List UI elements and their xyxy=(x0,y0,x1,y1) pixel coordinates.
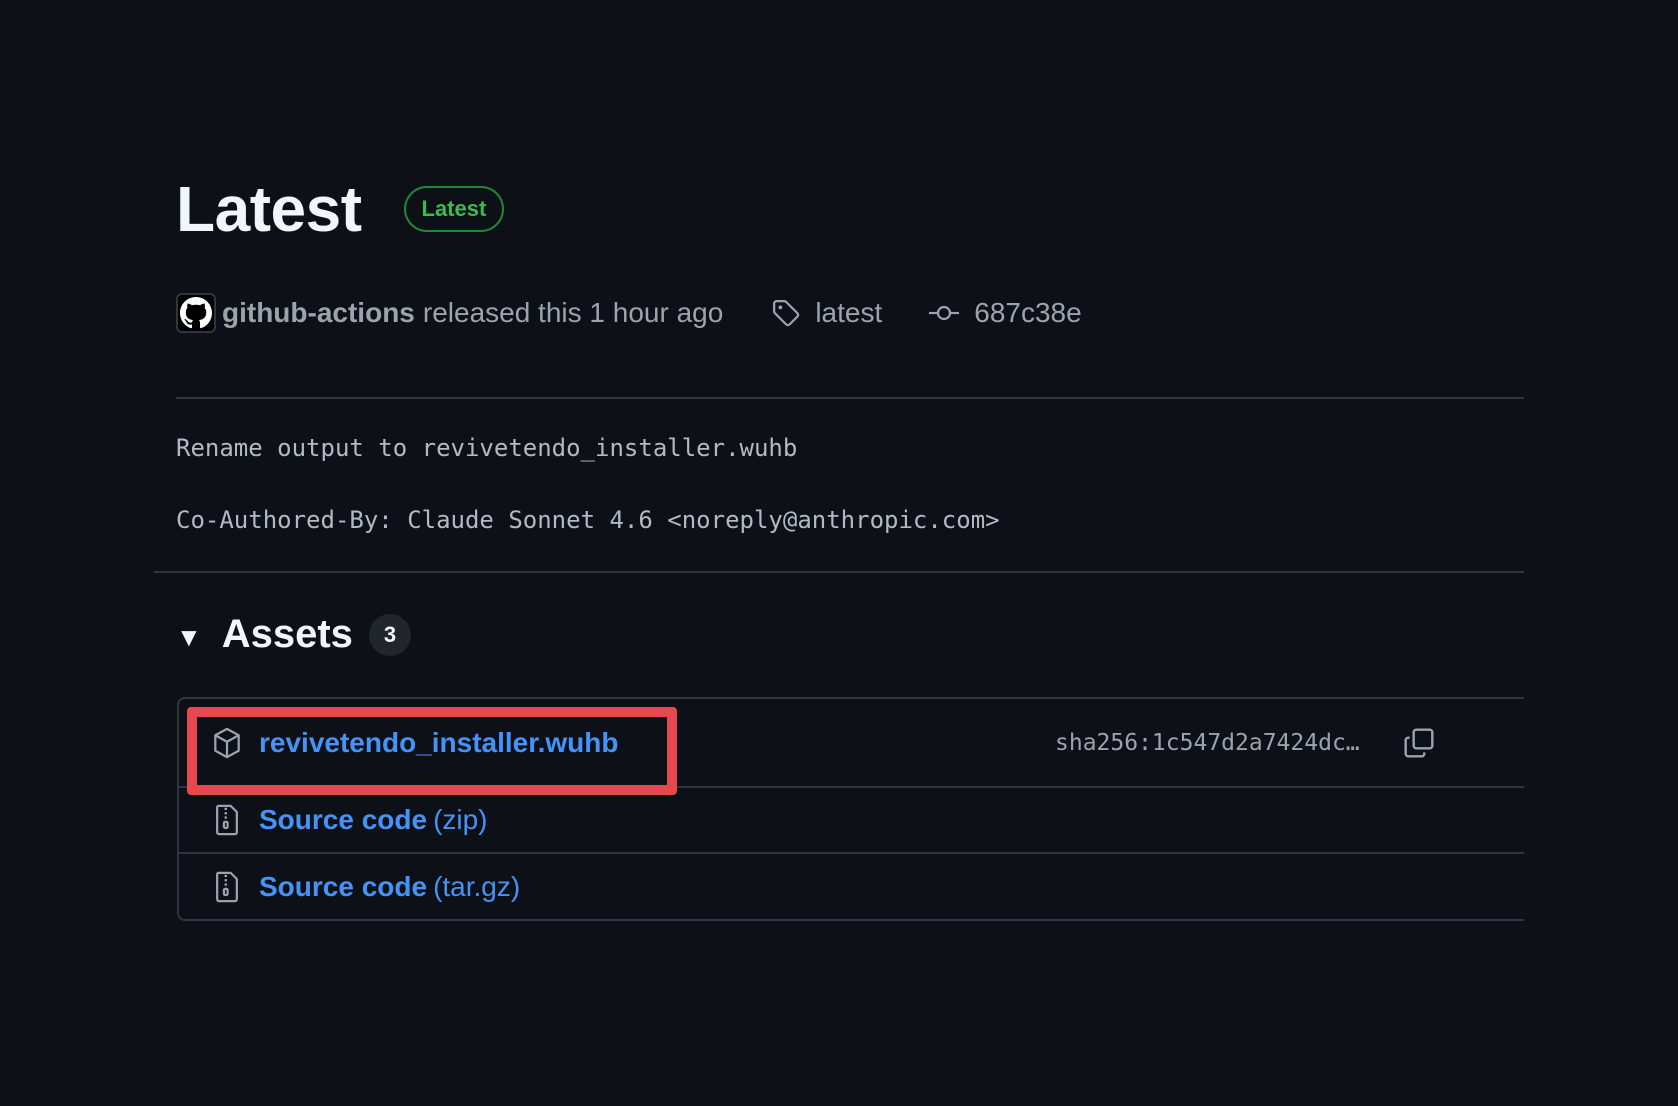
release-page: Latest Latest github-actions released th… xyxy=(0,0,1678,1106)
tag-link[interactable]: latest xyxy=(771,297,882,329)
github-octocat-icon xyxy=(180,297,212,329)
tag-name: latest xyxy=(815,297,883,328)
asset-row: revivetendo_installer.wuhb sha256:1c547d… xyxy=(179,699,1524,795)
source-code-zip-link[interactable]: Source code (zip) xyxy=(259,804,488,836)
author-link[interactable]: github-actions xyxy=(222,297,415,329)
commit-sha: 687c38e xyxy=(974,297,1082,328)
asset-row: Source code (zip) xyxy=(179,788,1524,854)
release-meta: github-actions released this 1 hour ago … xyxy=(176,290,1082,336)
released-text: released this 1 hour ago xyxy=(422,297,724,328)
tag-icon xyxy=(773,300,800,327)
asset-sha256: sha256:1c547d2a7424dc… xyxy=(1055,729,1360,756)
copy-icon xyxy=(1404,727,1434,758)
author-avatar[interactable] xyxy=(176,293,216,333)
caret-down-icon: ▼ xyxy=(176,622,202,652)
divider xyxy=(176,397,1524,399)
source-code-tar-link[interactable]: Source code (tar.gz) xyxy=(259,871,520,903)
asset-download-link[interactable]: revivetendo_installer.wuhb xyxy=(259,727,618,759)
asset-list: revivetendo_installer.wuhb sha256:1c547d… xyxy=(177,697,1524,921)
package-icon xyxy=(211,727,243,759)
file-zip-icon xyxy=(211,871,243,903)
copy-sha-button[interactable] xyxy=(1401,725,1437,761)
asset-row: Source code (tar.gz) xyxy=(179,854,1524,920)
git-commit-icon xyxy=(929,305,960,321)
file-zip-icon xyxy=(211,804,243,836)
assets-toggle[interactable]: ▼ Assets 3 xyxy=(176,612,411,657)
commit-link[interactable]: 687c38e xyxy=(928,297,1082,329)
latest-badge: Latest xyxy=(403,186,505,232)
commit-message-line: Co-Authored-By: Claude Sonnet 4.6 <norep… xyxy=(176,506,1000,534)
divider xyxy=(154,571,1524,573)
commit-message-line: Rename output to revivetendo_installer.w… xyxy=(176,434,798,462)
assets-title: Assets xyxy=(221,612,353,656)
release-title[interactable]: Latest xyxy=(176,172,362,246)
release-header: Latest Latest xyxy=(176,172,505,246)
assets-count-badge: 3 xyxy=(368,613,411,656)
